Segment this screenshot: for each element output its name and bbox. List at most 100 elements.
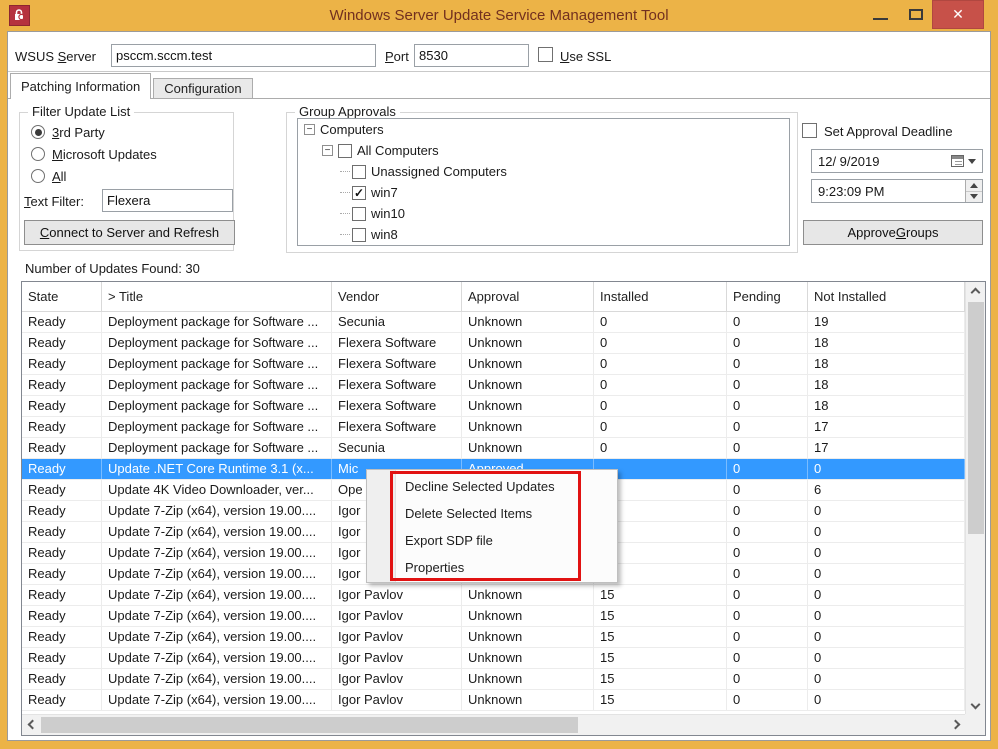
radio-all[interactable]: All: [31, 165, 233, 187]
close-button[interactable]: ✕: [932, 0, 984, 29]
group-approvals-title: Group Approvals: [295, 104, 400, 119]
scroll-right-arrow[interactable]: [948, 716, 965, 733]
context-menu-item-properties[interactable]: Properties: [367, 554, 617, 581]
wsus-server-input[interactable]: [111, 44, 376, 67]
set-approval-deadline-checkbox[interactable]: [802, 123, 817, 138]
table-row[interactable]: ReadyDeployment package for Software ...…: [22, 312, 965, 333]
radio-microsoft-updates[interactable]: Microsoft Updates: [31, 143, 233, 165]
close-icon: ✕: [952, 6, 964, 23]
tree-item-unassigned-computers[interactable]: Unassigned Computers: [298, 161, 789, 182]
radio-button-icon: [31, 147, 45, 161]
calendar-icon: [951, 155, 964, 167]
tree-checkbox[interactable]: [338, 144, 352, 158]
wsus-server-label: WSUS Server: [15, 49, 96, 64]
tab-panel-border: [8, 98, 990, 99]
time-spinner[interactable]: [965, 180, 982, 202]
horizontal-scroll-thumb[interactable]: [41, 717, 578, 733]
scroll-left-arrow[interactable]: [22, 716, 39, 733]
radio-button-icon: [31, 169, 45, 183]
text-filter-input[interactable]: [102, 189, 233, 212]
radio-button-icon: [31, 125, 45, 139]
column-header-not-installed[interactable]: Not Installed: [808, 282, 965, 312]
text-filter-label: Text Filter:: [24, 194, 84, 209]
column-header-state[interactable]: State: [22, 282, 102, 312]
context-menu: Decline Selected UpdatesDelete Selected …: [366, 469, 618, 583]
tree-connector: [340, 234, 350, 235]
toolbar-separator: [8, 71, 990, 72]
deadline-date-value: 12/ 9/2019: [812, 154, 951, 169]
table-row[interactable]: ReadyDeployment package for Software ...…: [22, 333, 965, 354]
lock-search-icon: [12, 8, 27, 23]
table-row[interactable]: ReadyDeployment package for Software ...…: [22, 417, 965, 438]
radio-3rd-party[interactable]: 3rd Party: [31, 121, 233, 143]
computers-tree: −Computers−All ComputersUnassigned Compu…: [297, 118, 790, 246]
scroll-down-arrow[interactable]: [967, 697, 984, 714]
column-header-pending[interactable]: Pending: [727, 282, 808, 312]
tree-checkbox[interactable]: [352, 207, 366, 221]
tree-item-win7[interactable]: ✓win7: [298, 182, 789, 203]
table-row[interactable]: ReadyUpdate 7-Zip (x64), version 19.00..…: [22, 606, 965, 627]
tree-checkbox[interactable]: [352, 165, 366, 179]
deadline-time-picker[interactable]: 9:23:09 PM: [811, 179, 983, 203]
tab-configuration[interactable]: Configuration: [153, 78, 252, 99]
filter-update-list-groupbox: Filter Update List 3rd PartyMicrosoft Up…: [19, 112, 234, 251]
column-header-approval[interactable]: Approval: [462, 282, 594, 312]
approve-groups-button[interactable]: Approve Groups: [803, 220, 983, 245]
set-approval-deadline-label: Set Approval Deadline: [824, 124, 953, 139]
context-menu-item-decline-selected-updates[interactable]: Decline Selected Updates: [367, 473, 617, 500]
expander-minus-icon[interactable]: −: [304, 124, 315, 135]
column-header-title[interactable]: > Title: [102, 282, 332, 312]
title-bar: Windows Server Update Service Management…: [0, 0, 998, 31]
spinner-down-icon[interactable]: [966, 191, 982, 203]
context-menu-item-export-sdp-file[interactable]: Export SDP file: [367, 527, 617, 554]
scrollbar-corner: [965, 714, 985, 735]
tree-connector: [340, 171, 350, 172]
expander-minus-icon[interactable]: −: [322, 145, 333, 156]
table-row[interactable]: ReadyDeployment package for Software ...…: [22, 396, 965, 417]
tree-item-all-computers[interactable]: −All Computers: [298, 140, 789, 161]
port-label: Port: [385, 49, 409, 64]
tree-connector: [340, 192, 350, 193]
vertical-scroll-thumb[interactable]: [968, 302, 984, 534]
maximize-icon: [909, 9, 923, 20]
table-row[interactable]: ReadyUpdate 7-Zip (x64), version 19.00..…: [22, 669, 965, 690]
table-row[interactable]: ReadyUpdate 7-Zip (x64), version 19.00..…: [22, 627, 965, 648]
table-row[interactable]: ReadyUpdate 7-Zip (x64), version 19.00..…: [22, 690, 965, 711]
group-approvals-groupbox: Group Approvals −Computers−All Computers…: [286, 112, 798, 253]
tree-connector: [340, 213, 350, 214]
horizontal-scrollbar[interactable]: [22, 714, 965, 735]
tab-patching-information[interactable]: Patching Information: [10, 73, 151, 99]
tree-checkbox[interactable]: ✓: [352, 186, 366, 200]
tree-item-computers[interactable]: −Computers: [298, 119, 789, 140]
use-ssl-checkbox[interactable]: [538, 47, 553, 62]
window-content: WSUS Server Port Use SSL Patching Inform…: [7, 31, 991, 741]
vertical-scrollbar[interactable]: [965, 282, 985, 714]
table-row[interactable]: ReadyDeployment package for Software ...…: [22, 354, 965, 375]
use-ssl-label: Use SSL: [560, 49, 611, 64]
minimize-button[interactable]: [862, 0, 898, 29]
app-window: Windows Server Update Service Management…: [0, 0, 998, 749]
app-icon: [9, 5, 30, 26]
tree-item-win8[interactable]: win8: [298, 224, 789, 245]
scroll-up-arrow[interactable]: [967, 282, 984, 299]
minimize-icon: [873, 18, 888, 20]
deadline-date-picker[interactable]: 12/ 9/2019: [811, 149, 983, 173]
table-row[interactable]: ReadyDeployment package for Software ...…: [22, 375, 965, 396]
table-row[interactable]: ReadyUpdate 7-Zip (x64), version 19.00..…: [22, 648, 965, 669]
spinner-up-icon[interactable]: [966, 180, 982, 191]
connect-refresh-button[interactable]: Connect to Server and Refresh: [24, 220, 235, 245]
updates-count-label: Number of Updates Found: 30: [25, 261, 200, 276]
column-header-installed[interactable]: Installed: [594, 282, 727, 312]
port-input[interactable]: [414, 44, 529, 67]
date-dropdown-icon[interactable]: [968, 159, 976, 164]
column-header-vendor[interactable]: Vendor: [332, 282, 462, 312]
tree-checkbox[interactable]: [352, 228, 366, 242]
context-menu-item-delete-selected-items[interactable]: Delete Selected Items: [367, 500, 617, 527]
deadline-time-value: 9:23:09 PM: [812, 184, 965, 199]
table-row[interactable]: ReadyDeployment package for Software ...…: [22, 438, 965, 459]
tree-item-win10[interactable]: win10: [298, 203, 789, 224]
table-header: State> TitleVendorApprovalInstalledPendi…: [22, 282, 965, 312]
window-title: Windows Server Update Service Management…: [329, 7, 668, 24]
maximize-button[interactable]: [898, 0, 934, 29]
table-row[interactable]: ReadyUpdate 7-Zip (x64), version 19.00..…: [22, 585, 965, 606]
